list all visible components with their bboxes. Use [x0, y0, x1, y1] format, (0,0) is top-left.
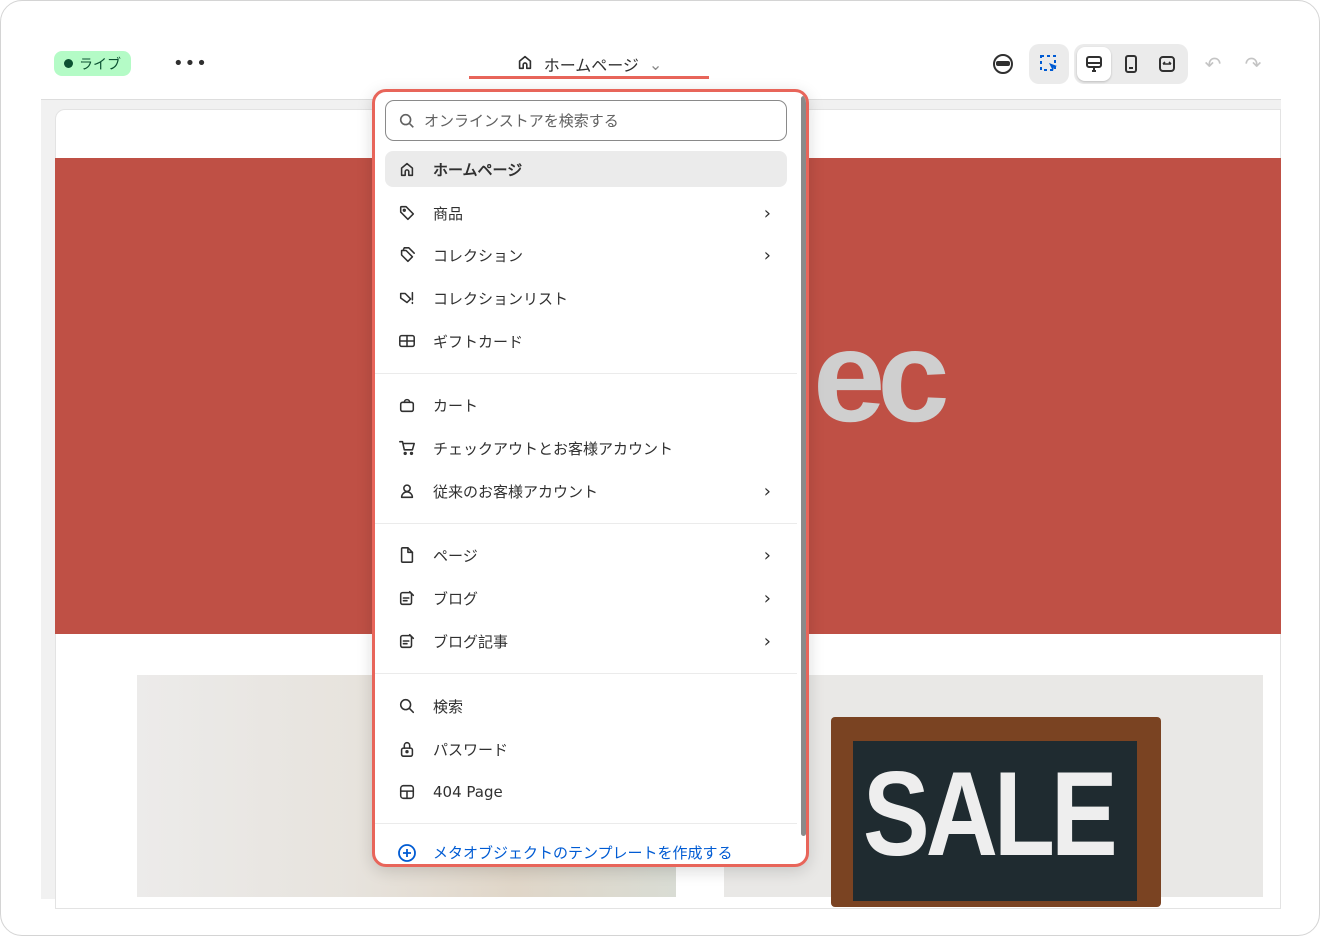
blog-icon: [397, 588, 417, 608]
sale-text: SALE: [863, 747, 1118, 882]
divider: [375, 673, 797, 674]
menu-item[interactable]: ギフトカード: [385, 323, 787, 359]
search-input[interactable]: オンラインストアを検索する: [385, 100, 787, 141]
footer-label: メタオブジェクトのテンプレートを作成する: [433, 844, 733, 862]
page-selector-dropdown: オンラインストアを検索する ホームページ 商品 › コレクション › コレクショ…: [372, 89, 809, 867]
chevron-right-icon: ›: [763, 480, 771, 502]
collection-list-icon: [397, 288, 417, 308]
menu-item-label: コレクション: [433, 246, 524, 265]
menu-item[interactable]: ブログ記事 ›: [385, 623, 787, 659]
store-logo: ec: [813, 303, 950, 449]
page-selector[interactable]: ホームページ ⌄: [469, 49, 709, 79]
menu-item[interactable]: 従来のお客様アカウント ›: [385, 473, 787, 509]
menu-item-label: 従来のお客様アカウント: [433, 482, 599, 501]
divider: [375, 523, 797, 524]
menu-item-label: ページ: [433, 546, 478, 565]
selector-underline: [469, 76, 709, 79]
page-title: ホームページ: [543, 56, 639, 75]
scrollbar[interactable]: [801, 96, 806, 836]
search-icon: [399, 113, 414, 128]
menu-item[interactable]: パスワード: [385, 731, 787, 767]
status-label: ライブ: [79, 56, 121, 73]
inspector-button[interactable]: [1029, 44, 1069, 84]
home-icon: [397, 159, 417, 179]
blog-post-icon: [397, 631, 417, 651]
menu-item-label: 検索: [433, 697, 464, 716]
plus-circle-icon: [398, 843, 416, 862]
redo-button[interactable]: ↷: [1241, 44, 1265, 84]
menu-item-label: 商品: [433, 204, 464, 223]
incognito-icon: [993, 54, 1013, 74]
menu-item-label: チェックアウトとお客様アカウント: [433, 439, 674, 458]
select-cursor-icon: [1040, 55, 1057, 71]
chevron-right-icon: ›: [763, 202, 771, 224]
desktop-view-button[interactable]: [1077, 47, 1111, 81]
menu-item[interactable]: ホームページ: [385, 151, 787, 187]
editor-window: ライブ ••• ホームページ ⌄ ↶ ↷ ec SALE オンラインストアを検索…: [0, 0, 1320, 936]
collection-icon: [397, 245, 417, 265]
menu-item-label: 404 Page: [433, 783, 503, 801]
redo-icon: ↷: [1244, 52, 1262, 76]
lock-icon: [397, 739, 417, 759]
home-icon: [516, 53, 534, 75]
page-icon: [397, 545, 417, 565]
bag-icon: [397, 395, 417, 415]
full-width-button[interactable]: [1150, 44, 1184, 84]
menu-item[interactable]: ブログ ›: [385, 580, 787, 616]
search-placeholder: オンラインストアを検索する: [424, 112, 619, 130]
menu-item[interactable]: 商品 ›: [385, 195, 787, 231]
menu-item-label: コレクションリスト: [433, 289, 569, 308]
tag-icon: [397, 203, 417, 223]
menu-item[interactable]: カート: [385, 387, 787, 423]
desktop-icon: [1086, 56, 1102, 72]
menu-item[interactable]: 検索: [385, 688, 787, 724]
menu-item[interactable]: コレクション ›: [385, 237, 787, 273]
menu-item-label: ホームページ: [433, 160, 523, 179]
chevron-right-icon: ›: [763, 587, 771, 609]
divider: [375, 373, 797, 374]
menu-item-label: パスワード: [433, 740, 509, 759]
expand-horizontal-icon: [1159, 56, 1175, 72]
menu-item-label: ギフトカード: [433, 332, 524, 351]
undo-icon: ↶: [1204, 52, 1222, 76]
divider: [375, 823, 797, 824]
preview-as-customer-button[interactable]: [987, 44, 1019, 84]
menu-item[interactable]: ページ ›: [385, 537, 787, 573]
search-icon: [397, 696, 417, 716]
chevron-right-icon: ›: [763, 244, 771, 266]
chevron-right-icon: ›: [763, 630, 771, 652]
menu-item-label: カート: [433, 396, 479, 415]
chevron-down-icon: ⌄: [648, 54, 663, 74]
create-metaobject-template-link[interactable]: メタオブジェクトのテンプレートを作成する: [385, 842, 733, 863]
menu-item[interactable]: コレクションリスト: [385, 280, 787, 316]
live-dot-icon: [64, 59, 73, 68]
undo-button[interactable]: ↶: [1201, 44, 1225, 84]
more-actions-button[interactable]: •••: [173, 51, 208, 76]
cart-icon: [397, 438, 417, 458]
person-icon: [397, 481, 417, 501]
gift-card-icon: [397, 331, 417, 351]
layout-icon: [397, 782, 417, 802]
chevron-right-icon: ›: [763, 544, 771, 566]
menu-item[interactable]: 404 Page: [385, 774, 787, 810]
mobile-icon: [1125, 55, 1137, 73]
menu-item-label: ブログ記事: [433, 632, 509, 651]
menu-item[interactable]: チェックアウトとお客様アカウント: [385, 430, 787, 466]
menu-item-label: ブログ: [433, 589, 479, 608]
status-badge: ライブ: [54, 51, 131, 76]
mobile-view-button[interactable]: [1114, 44, 1148, 84]
